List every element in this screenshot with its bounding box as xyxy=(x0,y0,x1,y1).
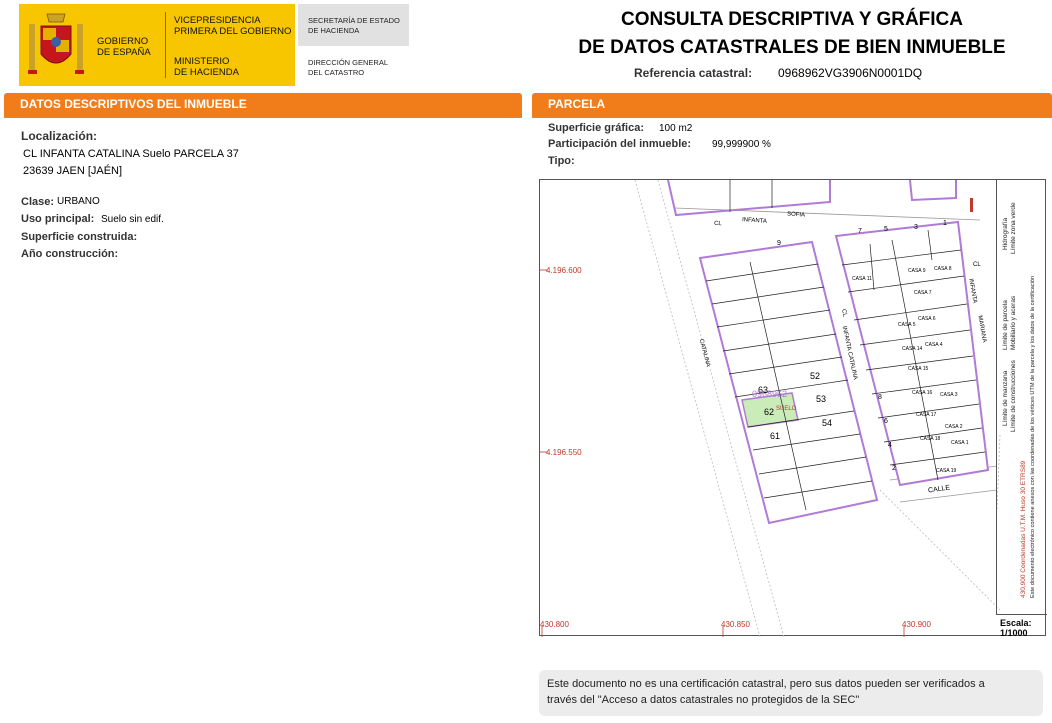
parcel-number: 7 xyxy=(858,228,862,235)
parcel-number: 5 xyxy=(884,226,888,233)
disclaimer-note: Este documento no es una certificación c… xyxy=(539,670,1043,716)
clase-value: URBANO xyxy=(57,196,100,207)
coord-x-800: 430.800 xyxy=(540,620,569,629)
direccion-general-text: DIRECCIÓN GENERAL DEL CATASTRO xyxy=(308,58,389,77)
house-label: CASA 8 xyxy=(934,266,952,272)
parcel-number: 9 xyxy=(777,240,781,247)
house-label: CASA 14 xyxy=(902,346,923,352)
house-label: CASA 7 xyxy=(914,290,932,296)
gobierno-logo: GOBIERNO DE ESPAÑA VICEPRESIDENCIA PRIME… xyxy=(19,4,295,86)
localizacion-line2: 23639 JAEN [JAÉN] xyxy=(23,165,123,177)
map-scale: Escala: 1/1000 xyxy=(1000,618,1032,638)
house-label: CASA 16 xyxy=(912,390,933,396)
house-label: CASA 11 xyxy=(852,276,872,282)
legend-limite-construcciones: Límite de construcciones xyxy=(1010,360,1017,432)
street-label: CL xyxy=(973,262,981,268)
parcel-number: 4 xyxy=(888,442,892,449)
uso-label: Uso principal: xyxy=(21,213,95,225)
uso-value: Suelo sin edif. xyxy=(101,214,164,225)
coord-y-600: 4.196.600 xyxy=(546,266,582,275)
ministerio-text: MINISTERIO DE HACIENDA xyxy=(174,56,239,78)
house-label: CASA 19 xyxy=(936,468,957,474)
legend-documento: Este documento electrónico contiene anex… xyxy=(1030,275,1036,598)
parcel-number: 62 xyxy=(764,407,775,417)
parcel-number: 61 xyxy=(770,431,781,441)
house-label: CASA 9 xyxy=(908,268,926,274)
clase-label: Clase: xyxy=(21,196,55,208)
legend-hidrografia: Hidrografía xyxy=(1002,217,1009,250)
coat-of-arms-icon xyxy=(28,13,84,74)
referencia-value: 0968962VG3906N0001DQ xyxy=(778,66,923,80)
street-label: SOFIA xyxy=(786,211,806,219)
house-label: CASA 17 xyxy=(916,412,937,418)
parcel-number: 3 xyxy=(914,224,918,231)
localizacion-line1: CL INFANTA CATALINA Suelo PARCELA 37 xyxy=(23,148,239,160)
highlight-code: 0968962 xyxy=(752,389,788,399)
house-label: CASA 5 xyxy=(898,322,916,328)
coord-x-900: 430.900 xyxy=(902,620,931,629)
parcel-number: 53 xyxy=(816,394,827,404)
superficie-grafica-value: 100 m2 xyxy=(659,123,693,134)
superficie-grafica-label: Superficie gráfica: xyxy=(548,122,644,134)
house-label: CASA 1 xyxy=(951,440,969,446)
parcel-number: 54 xyxy=(822,418,833,428)
page-title: CONSULTA DESCRIPTIVA Y GRÁFICA DE DATOS … xyxy=(578,9,1006,58)
parcel-number: 52 xyxy=(810,371,821,381)
gobierno-text: GOBIERNO DE ESPAÑA xyxy=(97,36,151,58)
legend-limite-zona-verde: Límite zona verde xyxy=(1010,202,1017,254)
house-label: CASA 6 xyxy=(918,316,936,322)
tipo-label: Tipo: xyxy=(548,155,575,167)
section-datos-descriptivos: DATOS DESCRIPTIVOS DEL INMUEBLE xyxy=(4,93,522,115)
legend-limite-manzana: Límite de manzana xyxy=(1002,370,1009,426)
house-label: CASA 2 xyxy=(945,424,963,430)
house-label: CASA 3 xyxy=(940,392,958,398)
coord-x-850: 430.850 xyxy=(721,620,750,629)
secretaria-box: SECRETARÍA DE ESTADO DE HACIENDA xyxy=(298,4,409,46)
house-label: CASA 18 xyxy=(920,436,941,442)
house-label: CASA 4 xyxy=(925,342,943,348)
parcel-number: 8 xyxy=(878,394,882,401)
parcel-number: 2 xyxy=(892,465,896,472)
coord-y-550: 4.196.550 xyxy=(546,448,582,457)
legend-limite-parcela: Límite de parcela xyxy=(1002,300,1009,350)
superficie-construida-label: Superficie construida: xyxy=(21,231,138,243)
legend-coordenadas: 430,900 Coordenadas U.T.M. Huso 30 ETRS8… xyxy=(1020,460,1027,598)
participacion-value: 99,999900 % xyxy=(712,139,771,150)
street-label: CL xyxy=(840,308,848,318)
section-parcela: PARCELA xyxy=(532,93,1052,115)
referencia-catastral: Referencia catastral: 0968962VG3906N0001… xyxy=(634,66,923,80)
localizacion-label: Localización: xyxy=(21,129,98,143)
anio-construccion-label: Año construcción: xyxy=(21,248,119,260)
highlight-label[interactable]: SUELO xyxy=(776,406,796,412)
vicepresidencia-text: VICEPRESIDENCIA PRIMERA DEL GOBIERNO xyxy=(174,15,292,37)
legend-mobiliario: Mobiliario y aceras xyxy=(1010,295,1017,350)
participacion-label: Participación del inmueble: xyxy=(548,138,692,150)
parcel-number: 6 xyxy=(884,418,888,425)
house-label: CASA 15 xyxy=(908,366,929,372)
parcel-number: 1 xyxy=(943,220,947,227)
cadastral-map[interactable]: 4.196.600 4.196.550 430.800 430.850 430.… xyxy=(539,179,1047,638)
street-label: CL xyxy=(713,220,722,228)
